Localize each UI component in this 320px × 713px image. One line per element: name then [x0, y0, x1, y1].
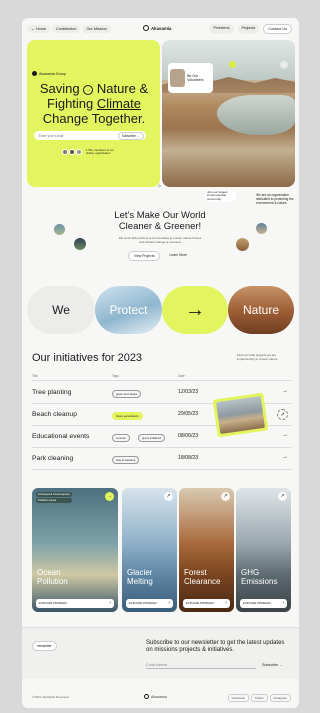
decor-globe	[236, 238, 249, 251]
card-title: GHG Emissions	[241, 568, 278, 586]
decor-globe	[54, 224, 65, 235]
home-button[interactable]: ← Home	[27, 25, 50, 33]
strip-protect: Protect	[95, 286, 162, 334]
hero-badge: Akasamia Group	[32, 71, 66, 76]
beach-cleanup-image	[212, 392, 269, 438]
tag-badge: way of cleaning	[112, 456, 140, 464]
landing-page: ← Home Contribution Our Mission Akasamia…	[22, 18, 299, 708]
newsletter-title: Subscribe to our newsletter to get the l…	[146, 640, 285, 654]
view-projects-button[interactable]: View Projects	[128, 251, 161, 261]
badge-dot-icon	[32, 71, 37, 76]
arrow-right-icon[interactable]: →	[282, 454, 288, 460]
org-note: We are an organization dedicated to prot…	[256, 193, 294, 205]
initiatives-note: Find out what projects we are implementi…	[237, 353, 278, 361]
members-note: 1.5K+ members of our charity organizatio…	[86, 148, 114, 156]
arrow-up-right-icon[interactable]: ↗	[221, 492, 230, 501]
avatar	[69, 149, 75, 156]
arrow-dot-icon[interactable]	[229, 61, 236, 68]
section-subtitle: We work with partners & communities to e…	[118, 236, 202, 244]
arrow-up-right-icon[interactable]: ↗	[277, 409, 288, 420]
footer-logo[interactable]: Akasamia	[144, 694, 167, 699]
problem-card-glacier[interactable]: ↗ Glacier Melting EXPLORE PROBLEM ›	[122, 488, 177, 612]
initiatives-title: Our initiatives for 2023	[32, 352, 143, 364]
copyright: ©2023. All Rights Reserved	[32, 695, 69, 699]
card-title: Forest Clearance	[184, 568, 221, 586]
community-chip[interactable]: Join our largest environmental community	[204, 190, 236, 203]
site-logo[interactable]: Akasamia	[143, 25, 172, 31]
tag-badge: future generations	[112, 412, 143, 420]
explore-problem-button[interactable]: EXPLORE PROBLEM ›	[126, 599, 173, 608]
social-links: Facebook Twitter Instagram	[227, 694, 291, 702]
problem-card-ghg[interactable]: ↗ GHG Emissions EXPLORE PROBLEM ›	[236, 488, 291, 612]
hero-subscribe-button[interactable]: Subscribe →	[117, 131, 144, 140]
card-title: Glacier Melting	[127, 568, 153, 586]
tag-badge: green and cleans	[112, 390, 142, 398]
volunteer-card[interactable]: Be Our Volunteers	[168, 63, 213, 93]
explore-problem-button[interactable]: EXPLORE PROBLEM ›	[36, 599, 114, 608]
tag-badge: courses	[112, 434, 130, 442]
arrow-up-right-icon[interactable]: ↗	[278, 492, 287, 501]
tag-badge: green initiatives	[138, 434, 166, 442]
drop-icon[interactable]: ●	[280, 61, 288, 69]
chevron-right-icon: ›	[282, 600, 284, 606]
initiatives-table-header: Title Tags Date	[32, 373, 292, 381]
instagram-link[interactable]: Instagram	[269, 694, 291, 702]
decor-globe	[256, 223, 267, 234]
newsletter-subscribe-button[interactable]: Subscribe →	[262, 663, 283, 667]
twitter-link[interactable]: Twitter	[250, 694, 268, 702]
chevron-right-icon: ›	[168, 600, 170, 606]
avatar	[62, 149, 68, 156]
explore-problem-button[interactable]: EXPLORE PROBLEM ›	[240, 599, 287, 608]
contact-button[interactable]: Contact Us	[263, 24, 292, 34]
strip-nature: Nature	[228, 286, 294, 334]
hero-email-form: Subscribe →	[34, 131, 146, 140]
avatar	[76, 149, 82, 156]
member-avatars: 1.5K+ members of our charity organizatio…	[62, 148, 116, 156]
facebook-link[interactable]: Facebook	[227, 694, 249, 702]
newsletter-pill: newsletter	[32, 641, 57, 651]
hero-email-input[interactable]	[39, 133, 99, 138]
arrow-circle-icon: →	[83, 84, 94, 95]
arrow-right-icon[interactable]: →	[282, 388, 288, 394]
learn-more-link[interactable]: Learn More	[164, 251, 191, 261]
card-chips: Endangered Oceanography Pollution Issues	[36, 492, 72, 503]
hero-title: Saving → Nature & Fighting Climate Chang…	[39, 81, 149, 126]
chevron-right-icon: ›	[109, 600, 111, 606]
arrow-up-right-icon[interactable]: ↗	[164, 492, 173, 501]
nav-projects[interactable]: Projects	[237, 24, 260, 34]
decor-globe	[74, 238, 86, 250]
volunteer-image	[170, 69, 186, 87]
logo-icon	[144, 694, 149, 699]
problem-card-ocean[interactable]: Endangered Oceanography Pollution Issues…	[32, 488, 118, 612]
card-title: Ocean Pollution	[37, 568, 68, 586]
header-right-nav: Problems Projects Contact Us	[209, 24, 294, 34]
nav-problems[interactable]: Problems	[209, 24, 234, 34]
table-row[interactable]: Park cleaning way of cleaning 18/08/23 →	[32, 448, 292, 470]
section-title: Let's Make Our World Cleaner & Greener!	[114, 210, 206, 232]
logo-icon	[143, 25, 149, 31]
logo-text: Akasamia	[151, 25, 172, 31]
scroll-down-icon[interactable]: ⌂	[158, 183, 161, 189]
problem-card-forest[interactable]: ↗ Forest Clearance EXPLORE PROBLEM ›	[179, 488, 234, 612]
newsletter-email-input[interactable]: E-mail address	[146, 661, 256, 669]
section-buttons: View Projects Learn More	[128, 251, 192, 261]
arrow-right-icon[interactable]: →	[282, 432, 288, 438]
arrow-right-icon[interactable]: →	[105, 492, 114, 501]
nav-our-mission[interactable]: Our Mission	[82, 25, 111, 33]
nav-contribution[interactable]: Contribution	[51, 25, 81, 33]
strip-we: We	[27, 286, 95, 334]
chevron-right-icon: ›	[225, 600, 227, 606]
strip-arrow-icon[interactable]: →	[162, 286, 228, 334]
explore-problem-button[interactable]: EXPLORE PROBLEM ›	[183, 599, 230, 608]
